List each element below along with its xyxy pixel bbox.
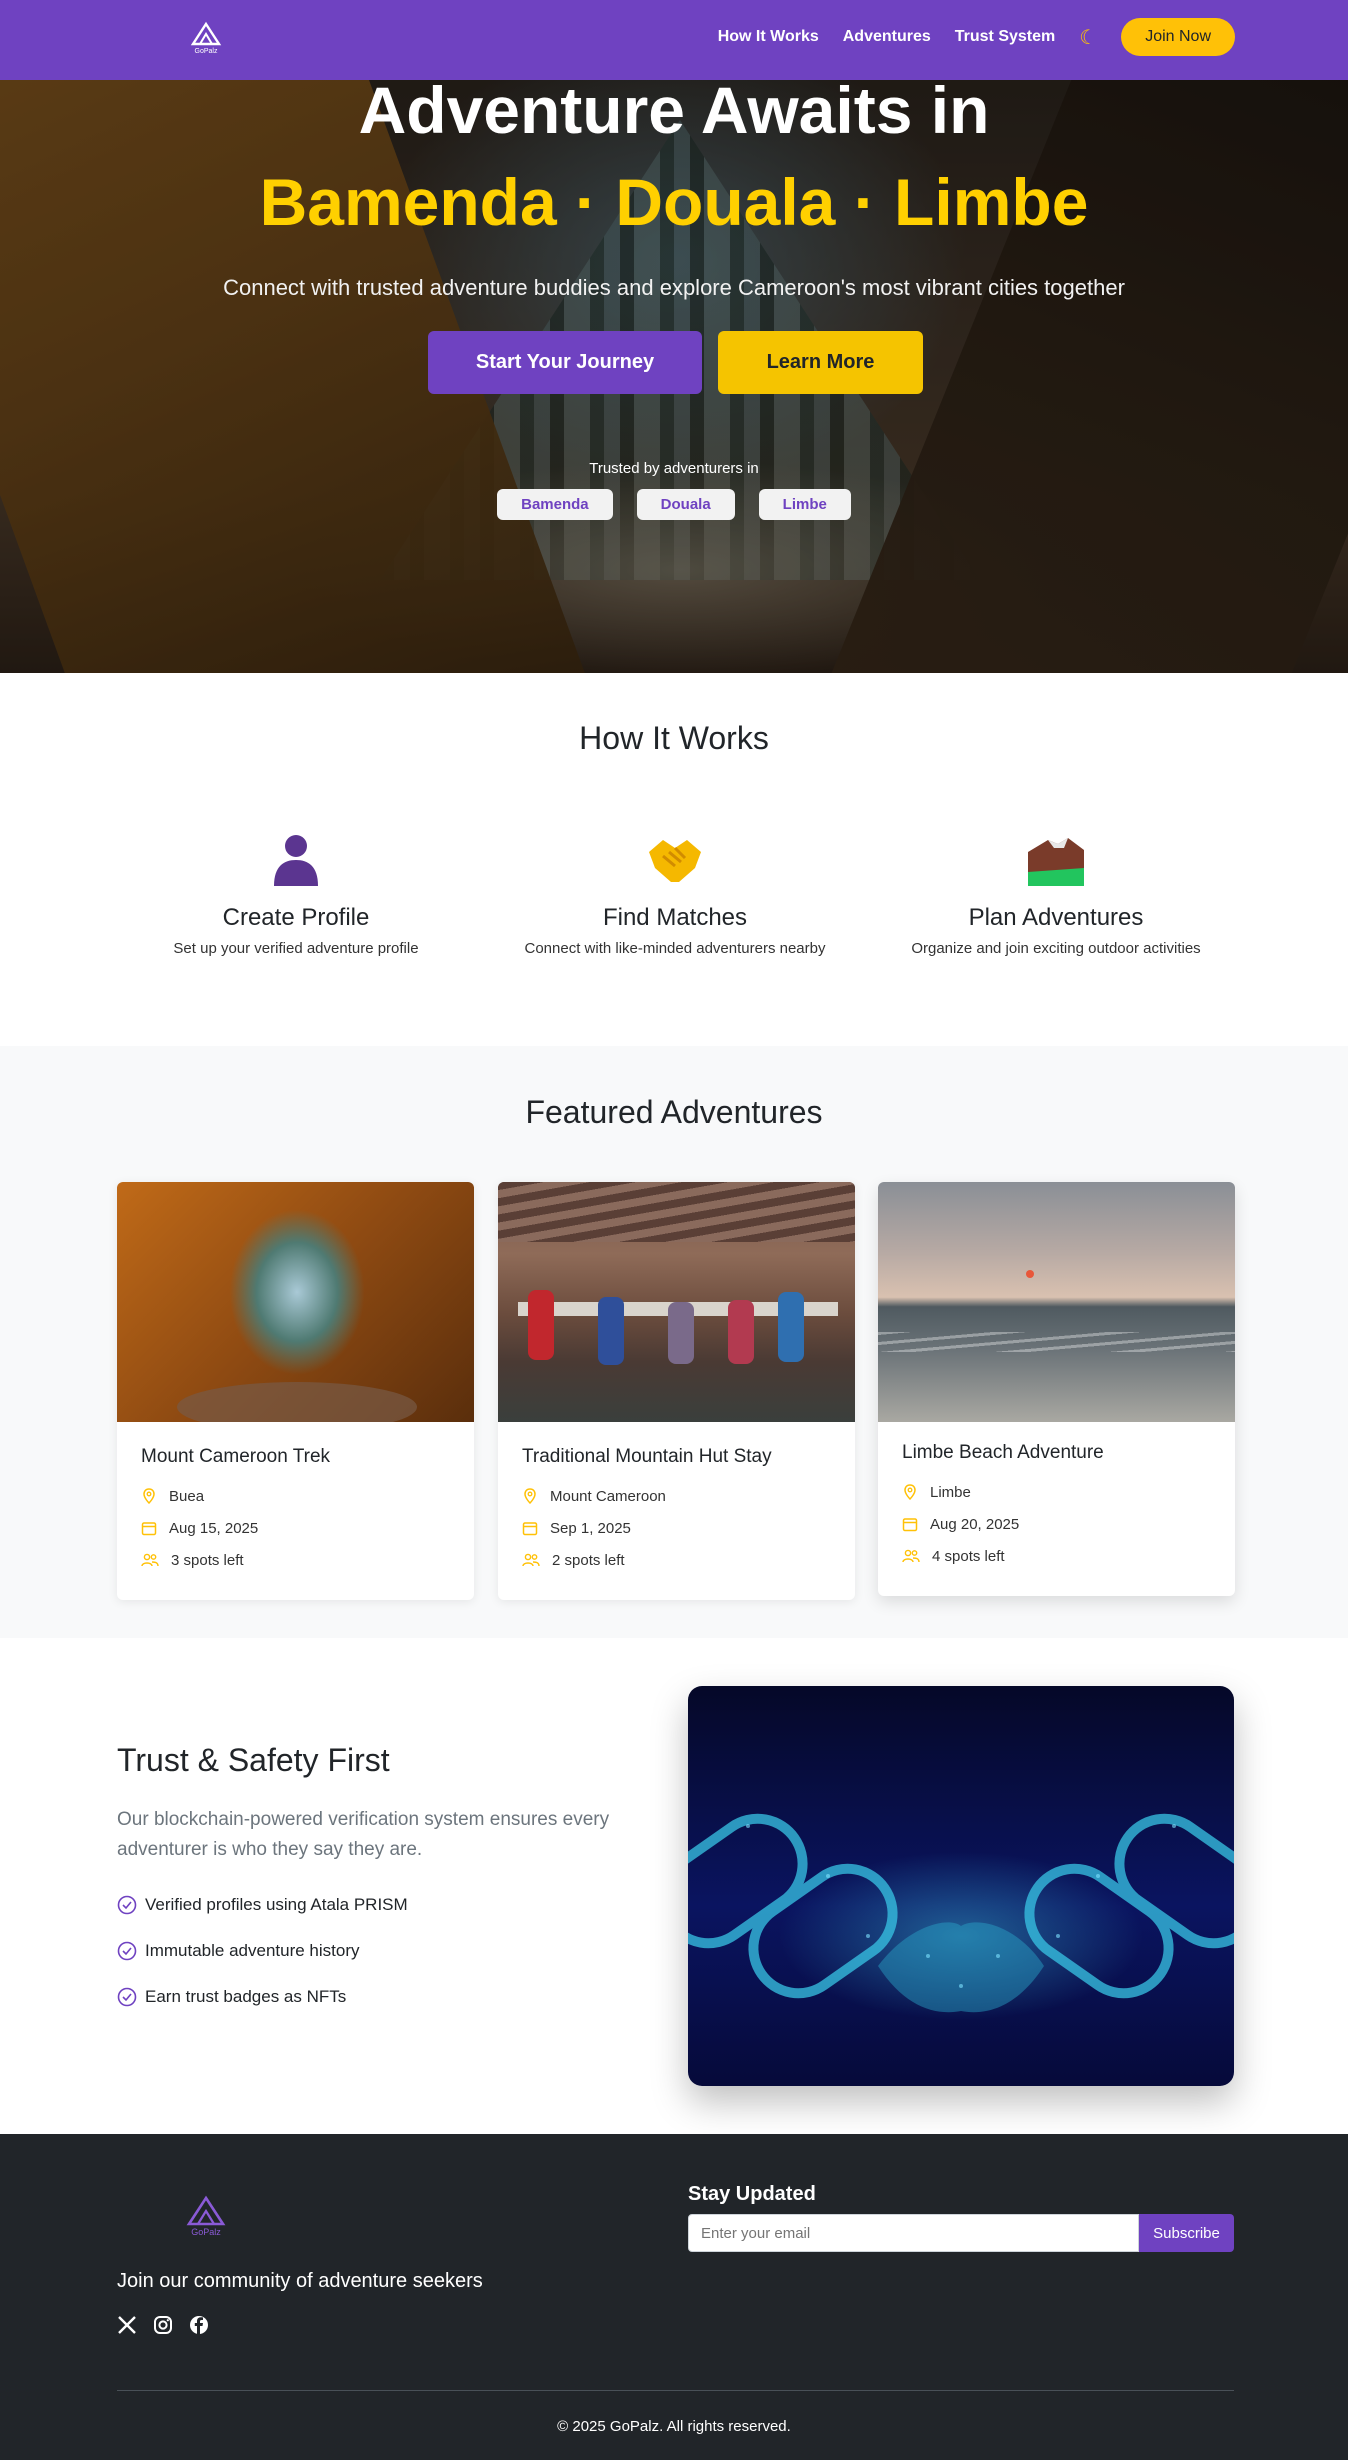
trust-item: Verified profiles using Atala PRISM [117, 1895, 408, 1915]
hero-title: Adventure Awaits in [358, 73, 990, 147]
card-date: Aug 15, 2025 [141, 1512, 450, 1544]
svg-text:GoPalz: GoPalz [195, 48, 218, 55]
featured-adventures-title: Featured Adventures [525, 1094, 823, 1130]
footer-tagline: Join our community of adventure seekers [117, 2270, 483, 2292]
card-location: Buea [141, 1480, 450, 1512]
x-icon[interactable] [117, 2315, 137, 2335]
card-spots: 3 spots left [141, 1544, 450, 1576]
people-icon [141, 1553, 159, 1567]
facebook-icon[interactable] [189, 2315, 209, 2335]
card-image-mountain-hut [498, 1182, 855, 1422]
how-it-works-title: How It Works [579, 720, 769, 756]
step-title: Create Profile [222, 904, 370, 931]
hero-subtitle: Connect with trusted adventure buddies a… [223, 275, 1125, 300]
map-pin-icon [524, 1488, 536, 1504]
learn-more-button[interactable]: Learn More [718, 331, 923, 394]
nav-link-trust-system[interactable]: Trust System [955, 28, 1055, 46]
handshake-icon [645, 830, 705, 886]
step-description: Organize and join exciting outdoor activ… [911, 940, 1201, 957]
nav-link-adventures[interactable]: Adventures [843, 28, 931, 46]
card-date: Sep 1, 2025 [522, 1512, 831, 1544]
card-image-beach [878, 1182, 1235, 1422]
card-location: Mount Cameroon [522, 1480, 831, 1512]
city-badge-limbe: Limbe [758, 489, 851, 520]
card-title: Mount Cameroon Trek [141, 1446, 331, 1467]
city-badge-douala: Douala [636, 489, 735, 520]
check-circle-icon [117, 1987, 137, 2007]
stay-updated-title: Stay Updated [688, 2183, 816, 2205]
trusted-by-text: Trusted by adventurers in [589, 460, 759, 477]
card-location: Limbe [902, 1476, 1211, 1508]
step-find-matches: Find Matches Connect with like-minded ad… [485, 830, 865, 957]
blockchain-handshake-image [688, 1686, 1234, 2086]
card-title: Limbe Beach Adventure [902, 1442, 1104, 1463]
footer-divider [117, 2390, 1234, 2391]
map-pin-icon [143, 1488, 155, 1504]
step-create-profile: Create Profile Set up your verified adve… [106, 830, 486, 957]
map-pin-icon [904, 1484, 916, 1500]
trust-item: Earn trust badges as NFTs [117, 1987, 346, 2007]
newsletter-email-input[interactable] [688, 2214, 1139, 2252]
step-title: Find Matches [602, 904, 748, 931]
adventure-card[interactable]: Limbe Beach Adventure Limbe Aug 20, 2025… [878, 1182, 1235, 1596]
moon-icon[interactable]: ☾ [1079, 25, 1097, 50]
trust-item: Immutable adventure history [117, 1941, 360, 1961]
gopalz-logo-icon[interactable]: GoPalz [183, 2192, 229, 2238]
subscribe-button[interactable]: Subscribe [1139, 2214, 1234, 2252]
card-image-tent [117, 1182, 474, 1422]
card-date: Aug 20, 2025 [902, 1508, 1211, 1540]
card-spots: 2 spots left [522, 1544, 831, 1576]
card-spots: 4 spots left [902, 1540, 1211, 1572]
step-plan-adventures: Plan Adventures Organize and join exciti… [866, 830, 1246, 957]
step-title: Plan Adventures [968, 904, 1144, 931]
social-links [117, 2315, 209, 2335]
city-badges: Bamenda Douala Limbe [0, 489, 1348, 520]
mountain-icon [1026, 830, 1086, 886]
top-navbar: GoPalz How It Works Adventures Trust Sys… [0, 0, 1348, 80]
nav-links: How It Works Adventures Trust System ☾ J… [718, 17, 1235, 57]
trust-description: Our blockchain-powered verification syst… [117, 1809, 610, 1860]
city-badge-bamenda: Bamenda [497, 489, 613, 520]
join-now-button[interactable]: Join Now [1121, 18, 1235, 56]
adventure-card[interactable]: Mount Cameroon Trek Buea Aug 15, 2025 3 … [117, 1182, 474, 1600]
step-description: Set up your verified adventure profile [173, 940, 419, 957]
check-circle-icon [117, 1895, 137, 1915]
card-title: Traditional Mountain Hut Stay [522, 1446, 772, 1467]
copyright-text: © 2025 GoPalz. All rights reserved. [557, 2418, 791, 2435]
footer [0, 2134, 1348, 2460]
trust-title: Trust & Safety First [117, 1742, 390, 1778]
hero-cities-title: Bamenda · Douala · Limbe [259, 165, 1089, 239]
step-description: Connect with like-minded adventurers nea… [524, 940, 826, 957]
svg-text:GoPalz: GoPalz [191, 2227, 221, 2237]
instagram-icon[interactable] [153, 2315, 173, 2335]
start-journey-button[interactable]: Start Your Journey [428, 331, 702, 394]
people-icon [902, 1549, 920, 1563]
nav-link-how-it-works[interactable]: How It Works [718, 28, 819, 46]
calendar-icon [522, 1522, 538, 1536]
calendar-icon [141, 1522, 157, 1536]
adventure-card[interactable]: Traditional Mountain Hut Stay Mount Came… [498, 1182, 855, 1600]
person-silhouette-icon [266, 830, 326, 886]
gopalz-logo-icon[interactable]: GoPalz [188, 20, 224, 56]
check-circle-icon [117, 1941, 137, 1961]
people-icon [522, 1553, 540, 1567]
calendar-icon [902, 1518, 918, 1532]
